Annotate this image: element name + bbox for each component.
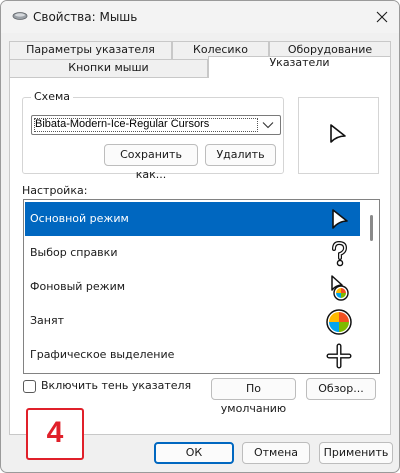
- arrow-cursor-icon: [330, 124, 346, 143]
- list-item[interactable]: Выбор справки: [25, 236, 360, 270]
- list-item-label: Фоновый режим: [30, 280, 126, 293]
- use-default-button[interactable]: По умолчанию: [211, 378, 296, 415]
- list-item[interactable]: Основной режим: [25, 202, 360, 236]
- tab-label: Указатели: [269, 56, 330, 69]
- scheme-dropdown-value: Bibata-Modern-Ice-Regular Cursors: [35, 118, 210, 130]
- browse-button[interactable]: Обзор...: [306, 378, 376, 400]
- cursor-list[interactable]: Основной режим Выбор справки Фоновый реж…: [23, 199, 380, 374]
- pointers-tab-panel: Схема Bibata-Modern-Ice-Regular Cursors …: [9, 77, 391, 460]
- mouse-app-icon: [12, 12, 28, 20]
- apply-button[interactable]: Применить: [319, 442, 393, 464]
- tab-pointer-options[interactable]: Параметры указателя: [9, 41, 172, 59]
- cursor-preview: [298, 97, 379, 174]
- step-number-badge: 4: [26, 408, 84, 460]
- tab-pointers[interactable]: Указатели: [208, 56, 391, 78]
- list-item-label: Выбор справки: [30, 246, 118, 259]
- chevron-down-icon: [262, 122, 274, 129]
- tab-buttons[interactable]: Кнопки мыши: [9, 59, 208, 77]
- mouse-properties-window: Свойства: Мышь Параметры указателя Колес…: [0, 0, 400, 473]
- step-number: 4: [46, 416, 64, 449]
- list-item-label: Занят: [30, 314, 65, 327]
- list-scrollbar[interactable]: [364, 201, 379, 372]
- tab-label: Колесико: [193, 43, 248, 56]
- title-bar: Свойства: Мышь: [1, 1, 399, 33]
- browse-label: Обзор...: [318, 382, 364, 395]
- window-title: Свойства: Мышь: [33, 10, 138, 24]
- list-item[interactable]: Графическое выделение: [25, 338, 360, 372]
- list-item[interactable]: Занят: [25, 304, 360, 338]
- tab-strip: Параметры указателя Колесико Оборудовани…: [1, 39, 399, 79]
- precision-select-cursor-icon: [326, 343, 352, 369]
- working-in-background-cursor-icon: [331, 275, 349, 301]
- save-as-label: Сохранить как...: [120, 148, 182, 181]
- delete-button[interactable]: Удалить: [205, 144, 276, 166]
- scheme-dropdown[interactable]: Bibata-Modern-Ice-Regular Cursors: [31, 115, 281, 135]
- apply-label: Применить: [323, 446, 389, 459]
- cancel-button[interactable]: Отмена: [242, 442, 310, 464]
- busy-cursor-icon: [326, 309, 352, 335]
- scheme-legend: Схема: [31, 90, 73, 103]
- close-button[interactable]: [367, 3, 397, 31]
- help-cursor-icon: [332, 240, 348, 267]
- ok-label: ОК: [185, 446, 203, 459]
- tab-label: Кнопки мыши: [68, 61, 149, 74]
- scrollbar-thumb[interactable]: [370, 215, 373, 241]
- list-item[interactable]: Фоновый режим: [25, 270, 360, 304]
- shadow-checkbox-label[interactable]: Включить тень указателя: [41, 379, 191, 392]
- delete-label: Удалить: [216, 148, 265, 161]
- save-as-button[interactable]: Сохранить как...: [104, 144, 198, 181]
- customize-label: Настройка:: [22, 184, 88, 197]
- arrow-cursor-icon: [332, 209, 348, 229]
- use-default-label: По умолчанию: [220, 382, 287, 415]
- cancel-label: Отмена: [253, 446, 299, 459]
- shadow-checkbox[interactable]: [23, 380, 36, 393]
- tab-label: Параметры указателя: [26, 43, 155, 56]
- list-item-label: Основной режим: [30, 212, 129, 225]
- close-icon: [376, 11, 388, 23]
- list-item-label: Графическое выделение: [30, 348, 175, 361]
- tab-label: Оборудование: [287, 43, 373, 56]
- ok-button[interactable]: ОК: [154, 442, 234, 464]
